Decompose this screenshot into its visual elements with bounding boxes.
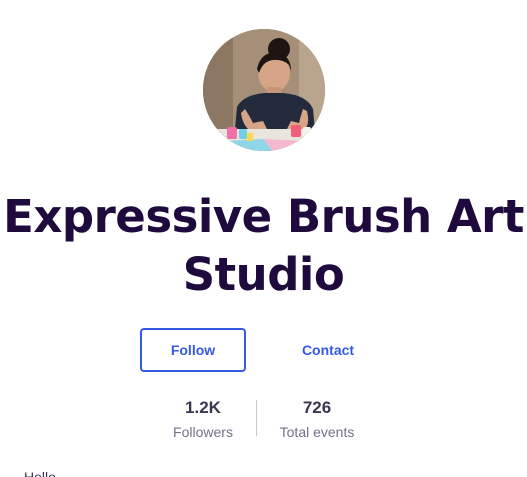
stats-divider (256, 400, 257, 436)
follow-button[interactable]: Follow (140, 328, 246, 372)
total-events-label: Total events (279, 424, 355, 440)
organizer-avatar (203, 29, 325, 151)
followers-stat: 1.2K Followers (160, 396, 246, 442)
contact-button[interactable]: Contact (280, 328, 376, 372)
total-events-count: 726 (302, 398, 332, 417)
avatar-photo (203, 29, 325, 151)
about-description: Hello (24, 469, 56, 477)
organizer-profile: Expressive Brush Art Studio Follow Conta… (0, 0, 527, 477)
followers-count: 1.2K (185, 398, 221, 417)
follow-button-label: Follow (170, 342, 216, 358)
organizer-title: Expressive Brush Art Studio (0, 188, 527, 304)
organizer-title-text: Expressive Brush Art Studio (3, 190, 524, 301)
total-events-stat: 726 Total events (268, 396, 366, 442)
contact-button-label: Contact (301, 342, 355, 358)
followers-label: Followers (173, 424, 233, 440)
